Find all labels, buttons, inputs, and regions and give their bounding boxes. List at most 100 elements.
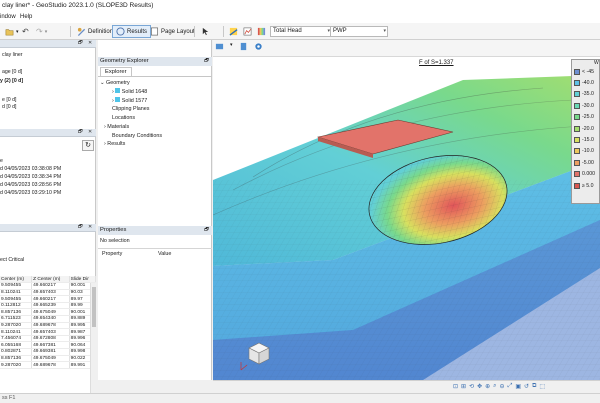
table-cell: 6.711523 xyxy=(0,315,33,323)
menu-bar: indow Help xyxy=(0,12,600,23)
title-bar: clay liner* - GeoStudio 2023.1.0 (SLOPE3… xyxy=(0,0,600,12)
zoom-window-icon[interactable]: ⊞ xyxy=(461,383,466,390)
page-layout-button[interactable]: Page Layout xyxy=(146,25,199,38)
legend-entry: -20.0 xyxy=(574,124,600,133)
table-cell: 9.509455 xyxy=(0,295,33,303)
table-row[interactable]: 9.509455 49.660217 90.001 xyxy=(0,282,97,290)
color-legend[interactable]: W < -45 -40.0 -35.0 -30.0 -25.0 -20.0 -15.0 -10… xyxy=(571,59,600,204)
tree-item-clipping-planes[interactable]: Clipping Planes xyxy=(112,106,149,112)
pin-icon[interactable]: 🗗 xyxy=(204,227,209,235)
table-row[interactable]: 0.112812 49.665239 89.99 xyxy=(0,302,97,310)
property-column-header[interactable]: Property xyxy=(102,251,122,257)
slope-model-render[interactable] xyxy=(213,40,600,380)
analysis-item-active[interactable]: y (2) [0 d] xyxy=(0,78,23,84)
analysis-tree-label[interactable]: clay liner xyxy=(2,52,22,58)
window-title: clay liner* - GeoStudio 2023.1.0 (SLOPE3… xyxy=(2,2,154,9)
tree-item-solid-1648[interactable]: › Solid 1648 xyxy=(112,88,147,95)
tree-item-locations[interactable]: Locations xyxy=(112,115,135,121)
table-cell: 9.287020 xyxy=(0,322,33,330)
tab-explorer[interactable]: Explorer xyxy=(100,67,132,76)
table-row[interactable]: 7.456074 49.672808 89.996 xyxy=(0,335,97,343)
analysis-panel: 🗗 ✕ clay liner age [0 d] y (2) [0 d] e [… xyxy=(0,40,97,393)
tree-item-materials[interactable]: › Materials xyxy=(104,124,129,130)
column-header[interactable]: Center (m) xyxy=(0,276,33,284)
zoom-icon[interactable]: ⌕ xyxy=(493,383,496,390)
table-row[interactable]: 8.110241 49.657403 89.987 xyxy=(0,328,97,336)
tree-item-geometry[interactable]: ⌄ Geometry xyxy=(100,80,130,86)
analysis-item[interactable]: d [0 d] xyxy=(2,104,16,110)
analysis-item[interactable]: e [0 d] xyxy=(2,97,16,103)
menu-window[interactable]: indow xyxy=(0,14,16,20)
3d-view-canvas[interactable]: F of S=1.337 xyxy=(213,40,600,380)
solid-view-icon[interactable] xyxy=(239,42,248,51)
view-icon[interactable]: ⬚ xyxy=(539,383,545,390)
tree-item-label: Clipping Planes xyxy=(112,106,150,112)
zoom-out-icon[interactable]: ⊖ xyxy=(500,383,505,390)
legend-entry: -15.0 xyxy=(574,135,600,144)
table-row[interactable]: 6.055168 49.667381 90.064 xyxy=(0,341,97,350)
tree-item-boundary-conditions[interactable]: Boundary Conditions xyxy=(112,133,162,139)
table-cell: 9.287020 xyxy=(0,361,33,369)
table-row[interactable]: 0.802871 49.669381 89.998 xyxy=(0,348,97,356)
zoom-box-icon[interactable]: ⊡ xyxy=(453,383,458,390)
analysis-item[interactable]: age [0 d] xyxy=(2,69,22,75)
column-header[interactable]: Slide Dir xyxy=(69,276,97,284)
screenshot-icon[interactable]: ⧉ xyxy=(532,383,536,390)
table-row[interactable]: 9.509455 49.660217 89.97 xyxy=(0,295,97,303)
pin-icon[interactable]: 🗗 xyxy=(78,224,83,232)
definition-button[interactable]: Definition xyxy=(73,25,117,38)
select-cursor-icon xyxy=(202,27,209,36)
zoom-extent-icon[interactable]: ⤢ xyxy=(508,383,513,390)
zoom-in-icon[interactable]: ⊕ xyxy=(485,383,490,390)
toolbar-separator xyxy=(223,26,224,37)
refresh-button[interactable]: ↻ xyxy=(82,140,94,151)
view-select-icon[interactable] xyxy=(215,42,224,51)
column-header[interactable]: Z Center (m) xyxy=(31,276,70,284)
table-row[interactable]: 8.857136 49.675049 90.022 xyxy=(0,355,97,363)
chevron-right-icon: › xyxy=(104,141,106,147)
tab-explorer-label: Explorer xyxy=(105,69,127,75)
close-icon[interactable]: ✕ xyxy=(88,224,92,230)
table-scrollbar[interactable] xyxy=(90,283,96,393)
legend-swatch xyxy=(574,171,580,178)
table-cell: 49.665239 xyxy=(31,302,70,310)
table-row[interactable]: 6.711523 49.654340 89.889 xyxy=(0,315,97,323)
table-row[interactable]: 8.857136 49.675049 90.001 xyxy=(0,308,97,317)
rotate-icon[interactable]: ↺ xyxy=(524,383,529,390)
select-critical-label[interactable]: ect Critical xyxy=(0,257,24,263)
orbit-icon[interactable]: ⟲ xyxy=(469,383,474,390)
table-cell: 49.657403 xyxy=(31,289,70,297)
contour-settings-button[interactable] xyxy=(253,25,270,38)
undo-button[interactable]: ↶ xyxy=(18,25,33,38)
scrollbar-thumb[interactable] xyxy=(92,287,96,327)
pin-icon[interactable]: 🗗 xyxy=(204,58,209,66)
chevron-right-icon: › xyxy=(104,124,106,130)
select-button[interactable] xyxy=(197,25,214,38)
tree-item-solid-1577[interactable]: › Solid 1577 xyxy=(112,97,147,104)
legend-label: -25.0 xyxy=(582,114,594,121)
tree-item-label: Solid 1648 xyxy=(121,89,148,95)
result-type-select[interactable]: Total Head ▾ xyxy=(270,26,332,37)
close-icon[interactable]: ✕ xyxy=(88,40,92,46)
pan-icon[interactable]: ✥ xyxy=(477,383,482,390)
close-icon[interactable]: ✕ xyxy=(88,129,92,135)
tree-item-results[interactable]: › Results xyxy=(104,141,125,147)
pin-icon[interactable]: 🗗 xyxy=(78,40,83,48)
table-row[interactable]: 9.287020 49.689678 89.995 xyxy=(0,322,97,330)
redo-button[interactable]: ↷ ▾ xyxy=(32,25,51,38)
table-row[interactable]: 9.287020 49.689678 89.991 xyxy=(0,361,97,369)
legend-swatch xyxy=(574,102,580,109)
tree-item-label: Geometry xyxy=(106,80,130,86)
result-field-select[interactable]: PWP ▾ xyxy=(330,26,388,37)
pin-icon[interactable]: 🗗 xyxy=(78,129,83,137)
legend-label: -10.0 xyxy=(582,148,594,155)
fit-icon[interactable]: ▣ xyxy=(515,383,521,390)
geometry-explorer-panel: Geometry Explorer 🗗 Explorer ⌄ Geometry … xyxy=(98,40,212,380)
page-layout-icon xyxy=(151,27,158,36)
gear-icon[interactable] xyxy=(254,42,263,51)
dropdown-icon[interactable]: ▾ xyxy=(230,42,233,51)
value-column-header[interactable]: Value xyxy=(158,251,171,257)
divider xyxy=(98,248,212,249)
table-row[interactable]: 8.110241 49.657403 90.03 xyxy=(0,289,97,297)
menu-help[interactable]: Help xyxy=(20,14,32,20)
